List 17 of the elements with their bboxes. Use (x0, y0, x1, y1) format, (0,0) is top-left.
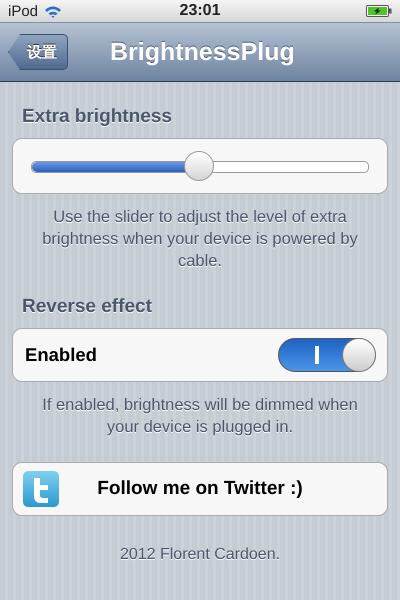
credit-text: 2012 Florent Cardoen. (118, 546, 282, 564)
row-label: Enabled (25, 344, 97, 366)
clock: 23:01 (180, 2, 220, 20)
bird-letter-icon (23, 471, 59, 507)
slider[interactable] (31, 151, 369, 181)
section-footnote: If enabled, brightness will be dimmed when your device is plugged in. (41, 395, 359, 438)
back-button[interactable]: 设置 (8, 34, 68, 70)
toggle-switch[interactable] (278, 338, 376, 372)
section-footnote: Use the slider to adjust the level of extra brightness when your device is powered by cable. (41, 207, 359, 272)
slider-thumb[interactable] (184, 151, 214, 181)
twitter-button[interactable]: Follow me on Twitter :) (12, 462, 388, 516)
section-header: Extra brightness (22, 106, 173, 128)
nav-title: BrightnessPlug (110, 38, 295, 66)
on-icon (315, 346, 319, 364)
wifi-icon (44, 4, 62, 18)
carrier-label: iPod (8, 2, 38, 20)
section-header: Reverse effect (22, 296, 153, 318)
